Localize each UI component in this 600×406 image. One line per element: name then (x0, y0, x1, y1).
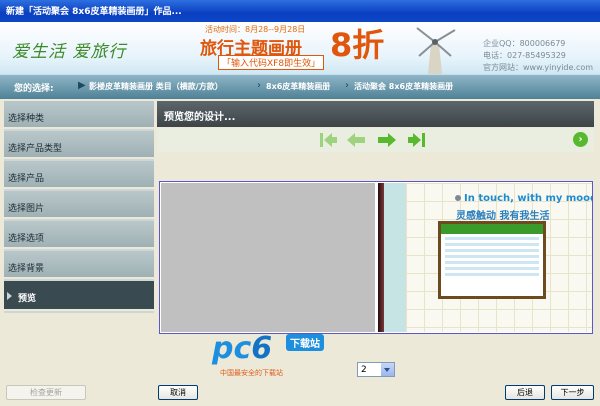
window-titlebar: 新建「活动聚会 8x6皮革精装画册」作品... (0, 0, 600, 22)
panel-header: 预览您的设计... (157, 101, 594, 127)
wizard-step-sidebar: 选择种类 选择产品类型 选择产品 选择图片 选择选项 选择背景 预览 (4, 101, 154, 313)
contact-website: 官方网站：www.yinyide.com (483, 63, 594, 72)
watermark-badge: 下载站 (286, 334, 324, 351)
sidebar-item-options[interactable]: 选择选项 (4, 221, 154, 249)
sidebar-item-product-type[interactable]: 选择产品类型 (4, 131, 154, 159)
album-left-page (161, 183, 375, 332)
sidebar-item-background[interactable]: 选择背景 (4, 251, 154, 279)
sidebar-item-preview[interactable]: 预览 (4, 281, 154, 311)
page-heading-cn: 灵感触动 我有我生活 (456, 211, 550, 222)
breadcrumb-arrow-icon: › (257, 80, 261, 91)
windmill-icon (416, 27, 456, 74)
page-photo (438, 221, 546, 299)
first-page-icon[interactable] (317, 131, 339, 149)
album-right-page: In touch, with my moods 灵感触动 我有我生活 (384, 183, 592, 332)
page-nav-toolbar: › (157, 128, 594, 152)
promo-code: 「输入代码XF8即生效」 (218, 55, 325, 70)
window-title: 新建「活动聚会 8x6皮革精装画册」作品... (6, 7, 182, 17)
next-page-icon[interactable] (376, 131, 398, 149)
sidebar-item-pictures[interactable]: 选择图片 (4, 191, 154, 219)
chevron-down-icon[interactable] (381, 363, 394, 376)
album-spread-preview: In touch, with my moods 灵感触动 我有我生活 (159, 181, 593, 334)
page-heading-en: In touch, with my moods (464, 193, 592, 204)
sidebar-item-product[interactable]: 选择产品 (4, 161, 154, 189)
breadcrumb-item[interactable]: 活动聚会 8x6皮革精装画册 (354, 81, 453, 92)
panel-title: 预览您的设计... (164, 112, 236, 123)
decor-dot-icon (455, 195, 461, 201)
check-update-button[interactable]: 检查更新 (6, 385, 86, 400)
watermark-subtitle: 中国最安全的下载站 (220, 369, 283, 377)
promo-banner[interactable]: 爱生活 爱旅行 活动时间：8月28--9月28日 旅行主题画册 8折 「输入代码… (0, 22, 600, 74)
banner-tagline: 爱生活 爱旅行 (12, 42, 127, 62)
promo-discount: 8折 (330, 26, 385, 64)
previous-page-icon[interactable] (345, 131, 367, 149)
cancel-button[interactable]: 取消 (158, 385, 198, 400)
breadcrumb-arrow-icon: › (345, 80, 349, 91)
pc6-watermark-logo: pc6 (212, 331, 273, 366)
breadcrumb-item[interactable]: 8x6皮革精装画册 (266, 81, 330, 92)
breadcrumb: 您的选择: ▶ 影楼皮革精装画册 类目（横款/方款） › 8x6皮革精装画册 ›… (0, 74, 600, 99)
page-select[interactable]: 2 (357, 362, 395, 377)
contact-qq: 企业QQ：800006679 (483, 39, 566, 48)
breadcrumb-arrow-icon: ▶ (78, 80, 86, 91)
page-stripe (384, 183, 406, 332)
back-button[interactable]: 后退 (505, 385, 545, 400)
breadcrumb-prefix: 您的选择: (14, 84, 54, 94)
page-select-value: 2 (361, 365, 367, 375)
breadcrumb-item[interactable]: 影楼皮革精装画册 类目（横款/方款） (89, 81, 223, 92)
next-button[interactable]: 下一步 (551, 385, 594, 400)
next-step-circle-icon[interactable]: › (573, 132, 588, 147)
last-page-icon[interactable] (406, 131, 428, 149)
sidebar-item-category[interactable]: 选择种类 (4, 101, 154, 129)
contact-phone: 电话：027-85495329 (483, 51, 566, 60)
